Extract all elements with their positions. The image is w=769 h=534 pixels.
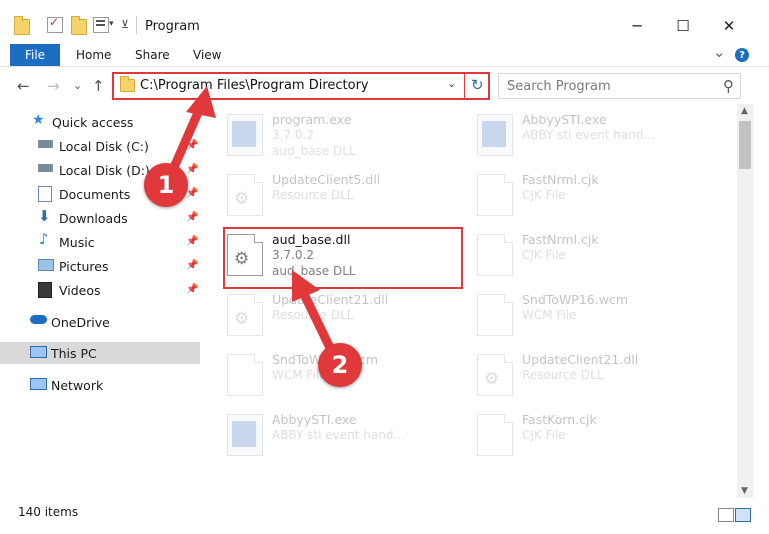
callout-arrows	[167, 86, 337, 357]
callout-arrow-1	[167, 86, 216, 177]
callout-arrow-2	[292, 270, 337, 357]
callout-badge-1: 1	[144, 163, 188, 207]
callout-badge-2: 2	[318, 343, 362, 387]
